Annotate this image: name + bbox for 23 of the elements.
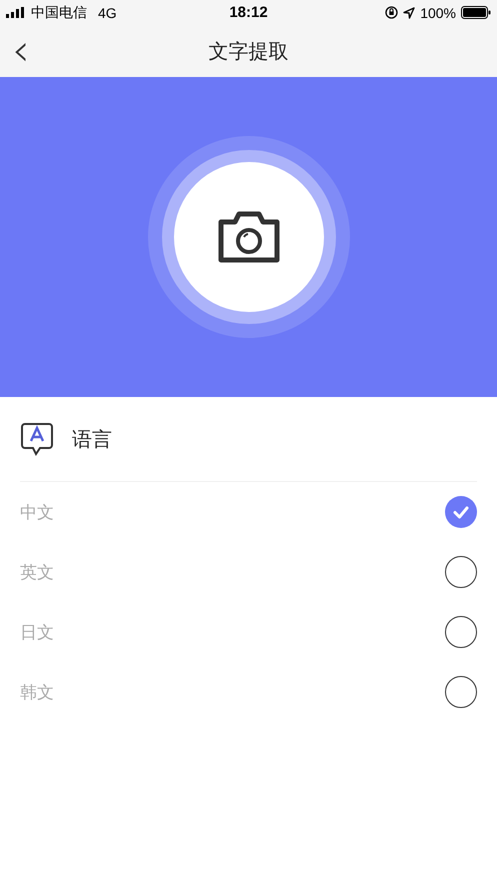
page-title: 文字提取 bbox=[208, 40, 288, 62]
back-button[interactable]: ‹ bbox=[4, 27, 38, 75]
radio-button[interactable] bbox=[445, 496, 477, 528]
network-type: 4G bbox=[98, 4, 117, 20]
check-icon bbox=[453, 506, 469, 518]
camera-button[interactable] bbox=[174, 162, 324, 312]
language-option[interactable]: 韩文 bbox=[20, 680, 54, 704]
carrier-name: 中国电信 bbox=[31, 4, 87, 22]
language-option[interactable]: 中文 bbox=[20, 500, 54, 524]
signal-icon bbox=[6, 7, 26, 18]
language-option[interactable]: 日文 bbox=[20, 620, 54, 644]
language-icon bbox=[20, 422, 54, 456]
battery-icon bbox=[461, 6, 491, 19]
battery-percent: 100% bbox=[420, 4, 456, 20]
radio-button[interactable] bbox=[445, 616, 477, 648]
location-icon bbox=[403, 6, 416, 18]
camera-icon bbox=[216, 210, 280, 264]
clock-time: 18:12 bbox=[229, 4, 268, 21]
language-option[interactable]: 英文 bbox=[20, 560, 54, 584]
rotation-lock-icon bbox=[385, 6, 398, 19]
section-title: 语言 bbox=[72, 428, 112, 452]
radio-button[interactable] bbox=[445, 676, 477, 708]
radio-button[interactable] bbox=[445, 556, 477, 588]
